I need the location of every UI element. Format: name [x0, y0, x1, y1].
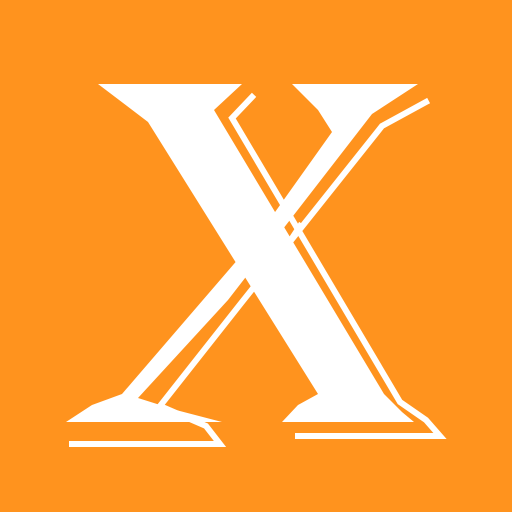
x-letter-logo-icon: X [0, 0, 512, 512]
app-icon: X [0, 0, 512, 512]
